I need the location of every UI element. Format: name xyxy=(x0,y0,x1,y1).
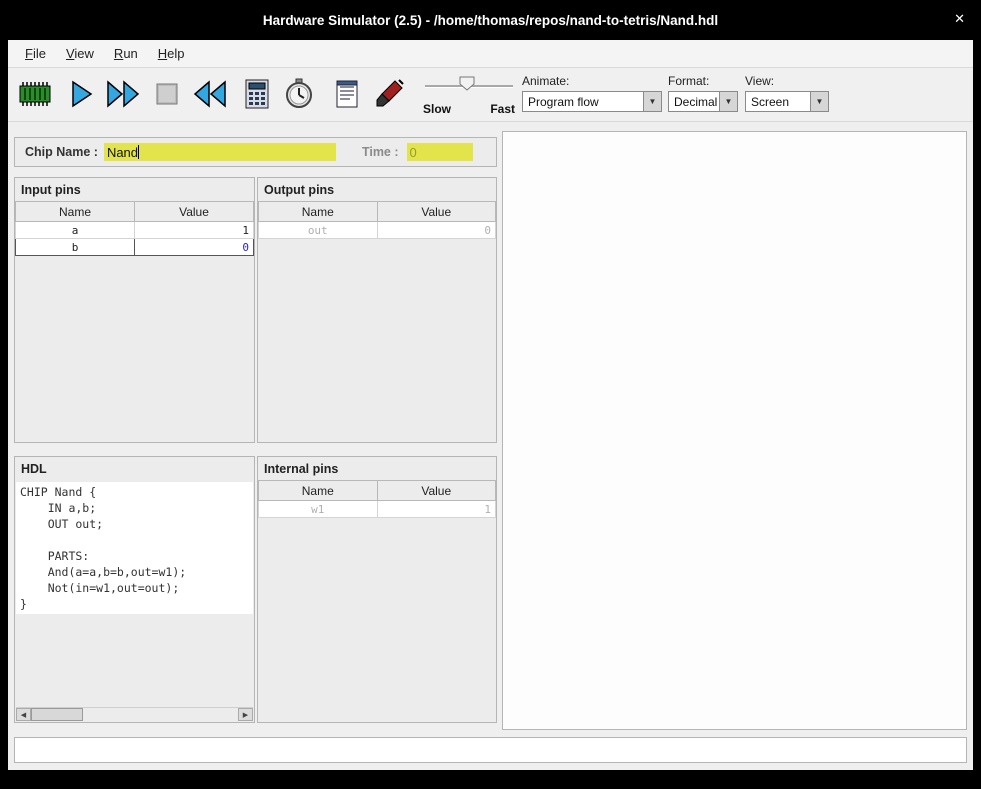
scroll-right-icon[interactable]: ▶ xyxy=(238,708,253,721)
close-icon[interactable]: ✕ xyxy=(954,11,965,27)
output-pins-panel: Output pins Name Value out 0 xyxy=(257,177,497,443)
table-row: a 1 xyxy=(16,222,254,239)
pin-value-cell: 1 xyxy=(377,501,496,518)
single-step-button[interactable] xyxy=(63,75,101,113)
table-header-row: Name Value xyxy=(259,481,496,501)
menu-run[interactable]: Run xyxy=(105,42,147,65)
column-header-value: Value xyxy=(377,481,496,501)
toolbar: Slow Fast Animate: Program flow ▼ Format… xyxy=(8,68,973,122)
animate-select[interactable]: Program flow ▼ xyxy=(522,91,662,112)
internal-pins-title: Internal pins xyxy=(258,457,496,480)
format-label: Format: xyxy=(668,74,738,88)
menu-view[interactable]: View xyxy=(57,42,103,65)
time-field[interactable]: 0 xyxy=(407,143,473,161)
view-label: View: xyxy=(745,74,829,88)
pin-name-cell: w1 xyxy=(259,501,378,518)
document-icon xyxy=(334,79,360,109)
column-header-value: Value xyxy=(377,202,496,222)
scroll-track[interactable] xyxy=(31,708,238,721)
column-header-name: Name xyxy=(259,481,378,501)
internal-pins-panel: Internal pins Name Value w1 1 xyxy=(257,456,497,723)
table-row: w1 1 xyxy=(259,501,496,518)
chevron-down-icon[interactable]: ▼ xyxy=(719,92,737,111)
pin-value-cell[interactable]: 0 xyxy=(135,239,254,256)
speed-slider: Slow Fast xyxy=(423,72,515,118)
pin-value-cell: 0 xyxy=(377,222,496,239)
scroll-thumb[interactable] xyxy=(31,708,83,721)
chip-name-bar: Chip Name : Nand Time : 0 xyxy=(14,137,497,167)
table-header-row: Name Value xyxy=(259,202,496,222)
window-title: Hardware Simulator (2.5) - /home/thomas/… xyxy=(263,13,718,28)
slider-thumb[interactable] xyxy=(459,76,475,96)
slow-label: Slow xyxy=(423,102,451,116)
table-row: out 0 xyxy=(259,222,496,239)
stop-button[interactable] xyxy=(148,75,186,113)
animate-label: Animate: xyxy=(522,74,662,88)
hardware-simulator-window: { "window": { "title": "Hardware Simulat… xyxy=(0,0,981,789)
menu-file[interactable]: File xyxy=(16,42,55,65)
internal-pins-table: Name Value w1 1 xyxy=(258,480,496,518)
input-pins-panel: Input pins Name Value a 1 b 0 xyxy=(14,177,255,443)
title-bar: Hardware Simulator (2.5) - /home/thomas/… xyxy=(0,0,981,40)
fast-label: Fast xyxy=(490,102,515,116)
fast-forward-icon xyxy=(106,79,142,109)
table-header-row: Name Value xyxy=(16,202,254,222)
reset-button[interactable] xyxy=(190,75,228,113)
animate-selected-value: Program flow xyxy=(523,92,643,111)
run-button[interactable] xyxy=(105,75,143,113)
calculator-button[interactable] xyxy=(238,75,276,113)
output-pins-title: Output pins xyxy=(258,178,496,201)
clock-button[interactable] xyxy=(280,75,318,113)
menu-help[interactable]: Help xyxy=(149,42,194,65)
format-select[interactable]: Decimal ▼ xyxy=(668,91,738,112)
pin-value-cell[interactable]: 1 xyxy=(135,222,254,239)
view-hdl-button[interactable] xyxy=(328,75,366,113)
load-chip-button[interactable] xyxy=(16,75,54,113)
column-header-value: Value xyxy=(135,202,254,222)
scroll-left-icon[interactable]: ◀ xyxy=(16,708,31,721)
calculator-icon xyxy=(243,78,271,110)
chevron-down-icon[interactable]: ▼ xyxy=(810,92,828,111)
pin-name-cell: a xyxy=(16,222,135,239)
hdl-code-view: CHIP Nand { IN a,b; OUT out; PARTS: And(… xyxy=(16,482,253,614)
hdl-title: HDL xyxy=(15,457,254,480)
chevron-down-icon[interactable]: ▼ xyxy=(643,92,661,111)
status-message-bar xyxy=(14,737,967,763)
animate-group: Animate: Program flow ▼ xyxy=(522,74,662,112)
view-selected-value: Screen xyxy=(746,92,810,111)
output-pins-table: Name Value out 0 xyxy=(258,201,496,239)
step-forward-icon xyxy=(67,79,97,109)
pin-name-cell: out xyxy=(259,222,378,239)
format-selected-value: Decimal xyxy=(669,92,719,111)
hdl-horizontal-scrollbar[interactable]: ◀ ▶ xyxy=(16,707,253,721)
stop-icon xyxy=(155,82,179,106)
main-window: File View Run Help xyxy=(8,40,973,770)
brush-icon xyxy=(373,78,405,110)
menu-bar: File View Run Help xyxy=(8,40,973,68)
rewind-icon xyxy=(191,79,227,109)
pin-name-cell: b xyxy=(16,239,135,256)
hdl-panel: HDL CHIP Nand { IN a,b; OUT out; PARTS: … xyxy=(14,456,255,723)
chip-icon xyxy=(18,80,52,108)
stopwatch-icon xyxy=(284,78,314,110)
paint-button[interactable] xyxy=(370,75,408,113)
table-row: b 0 xyxy=(16,239,254,256)
chip-name-label: Chip Name : xyxy=(25,145,98,159)
chip-name-field[interactable]: Nand xyxy=(104,143,336,161)
column-header-name: Name xyxy=(16,202,135,222)
column-header-name: Name xyxy=(259,202,378,222)
text-cursor xyxy=(138,145,139,159)
input-pins-table: Name Value a 1 b 0 xyxy=(15,201,254,256)
time-label: Time : xyxy=(362,145,399,159)
screen-view-panel xyxy=(502,131,967,730)
view-select[interactable]: Screen ▼ xyxy=(745,91,829,112)
input-pins-title: Input pins xyxy=(15,178,254,201)
format-group: Format: Decimal ▼ xyxy=(668,74,738,112)
view-group: View: Screen ▼ xyxy=(745,74,829,112)
